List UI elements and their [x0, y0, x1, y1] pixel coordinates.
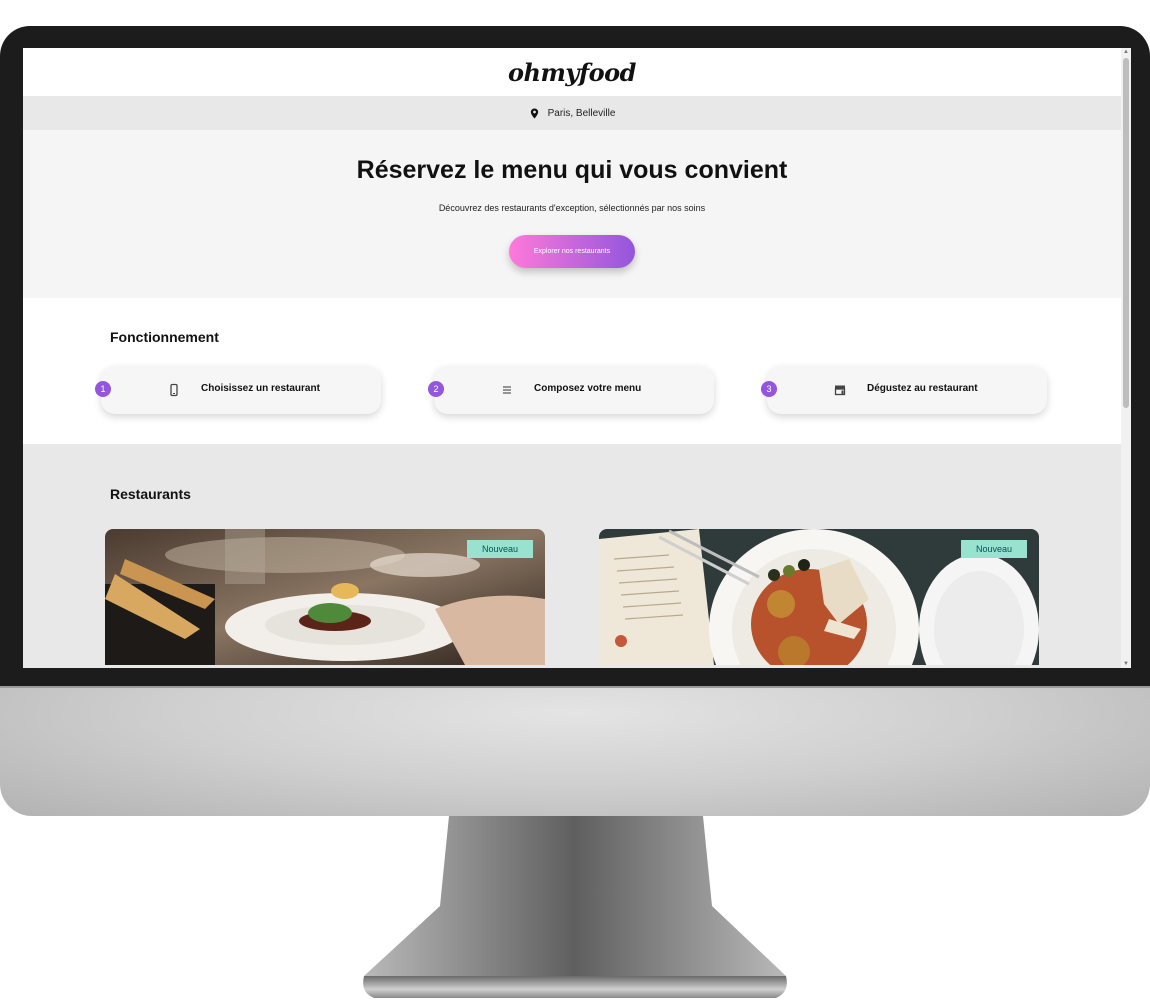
vertical-scrollbar[interactable]: ▲ ▼: [1121, 48, 1131, 668]
step-card-taste[interactable]: 3 Dégustez au restaurant: [761, 366, 1047, 414]
hero-section: Réservez le menu qui vous convient Décou…: [23, 130, 1121, 298]
map-pin-icon: [530, 107, 538, 119]
section-title-restaurants: Restaurants: [110, 486, 191, 502]
site-logo[interactable]: ohmyfood: [508, 58, 636, 87]
restaurant-card[interactable]: Nouveau: [599, 529, 1039, 668]
step-number: 3: [761, 381, 777, 397]
location-text: Paris, Belleville: [547, 107, 616, 119]
step-label: Choisissez un restaurant: [201, 383, 320, 394]
mobile-phone-icon: [170, 383, 178, 397]
scroll-down-arrow-icon[interactable]: ▼: [1123, 661, 1129, 667]
step-number: 2: [428, 381, 444, 397]
new-badge: Nouveau: [961, 540, 1027, 558]
restaurant-card[interactable]: Nouveau: [105, 529, 545, 668]
scrollbar-thumb[interactable]: [1123, 58, 1129, 408]
step-card-choose[interactable]: 1 Choisissez un restaurant: [95, 366, 381, 414]
new-badge: Nouveau: [467, 540, 533, 558]
site-header: ohmyfood: [23, 48, 1121, 96]
explore-restaurants-button[interactable]: Explorer nos restaurants: [509, 235, 635, 268]
web-page: ohmyfood Paris, Belleville Réservez le m…: [23, 48, 1121, 668]
hero-subtitle: Découvrez des restaurants d'exception, s…: [438, 203, 706, 213]
step-card-compose[interactable]: 2 Composez votre menu: [428, 366, 714, 414]
monitor-chin: [0, 686, 1150, 816]
section-title-how: Fonctionnement: [110, 329, 219, 345]
restaurants-section: Restaurants Nouveau Nouveau: [23, 444, 1121, 668]
step-label: Composez votre menu: [534, 383, 642, 394]
step-label: Dégustez au restaurant: [867, 383, 978, 394]
store-icon: [834, 385, 846, 396]
list-icon: [503, 386, 511, 394]
hero-title: Réservez le menu qui vous convient: [356, 156, 788, 184]
browser-viewport: ohmyfood Paris, Belleville Réservez le m…: [23, 48, 1131, 668]
scroll-up-arrow-icon[interactable]: ▲: [1123, 49, 1129, 55]
how-it-works-section: Fonctionnement 1 Choisissez un restauran…: [23, 298, 1121, 444]
step-number: 1: [95, 381, 111, 397]
location-bar: Paris, Belleville: [23, 96, 1121, 130]
monitor-stand: [363, 816, 787, 998]
